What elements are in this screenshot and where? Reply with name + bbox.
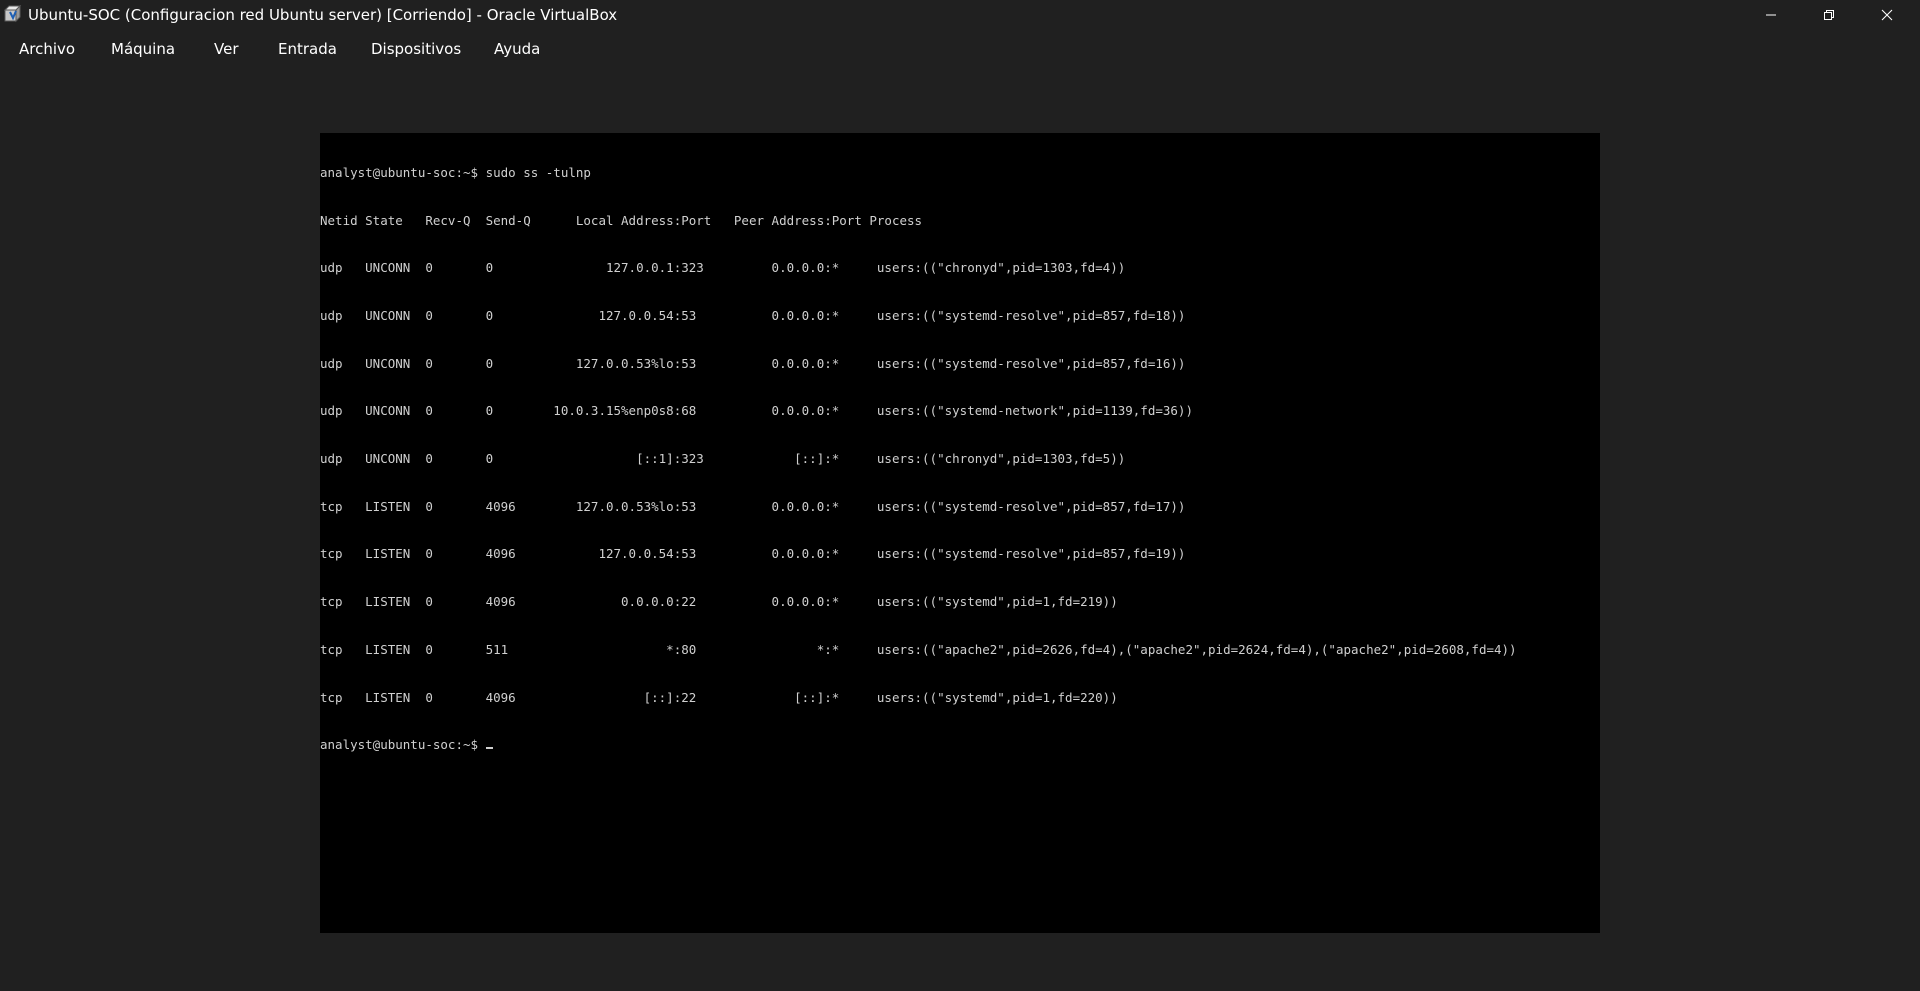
menu-ayuda[interactable]: Ayuda [494,39,540,59]
terminal-line: udp UNCONN 0 0 127.0.0.1:323 0.0.0.0:* u… [320,260,1126,276]
menu-dispositivos[interactable]: Dispositivos [371,39,461,59]
terminal-line: tcp LISTEN 0 511 *:80 *:* users:(("apach… [320,641,1517,657]
terminal-prompt: analyst@ubuntu-soc:~$ [320,737,486,753]
restore-button[interactable] [1800,0,1858,30]
terminal-line: tcp LISTEN 0 4096 127.0.0.53%lo:53 0.0.0… [320,498,1186,514]
menu-bar: Archivo Máquina Ver Entrada Dispositivos… [0,30,1920,68]
terminal-output: analyst@ubuntu-soc:~$ sudo ss -tulnp Net… [320,133,1517,785]
close-icon [1881,9,1893,21]
terminal-line-header: Netid State Recv-Q Send-Q Local Address:… [320,212,923,228]
terminal-line: udp UNCONN 0 0 [::1]:323 [::]:* users:((… [320,451,1126,467]
terminal-line-command: analyst@ubuntu-soc:~$ sudo ss -tulnp [320,164,591,180]
title-bar[interactable]: Ubuntu-SOC (Configuracion red Ubuntu ser… [0,0,1920,30]
menu-archivo[interactable]: Archivo [19,39,75,59]
terminal-line: tcp LISTEN 0 4096 0.0.0.0:22 0.0.0.0:* u… [320,594,1118,610]
minimize-icon [1766,14,1776,16]
terminal-prompt-line[interactable]: analyst@ubuntu-soc:~$ [320,737,1517,753]
minimize-button[interactable] [1742,0,1800,30]
menu-maquina[interactable]: Máquina [111,39,175,59]
menu-ver[interactable]: Ver [214,39,239,59]
restore-icon [1824,10,1834,20]
terminal-line: udp UNCONN 0 0 127.0.0.53%lo:53 0.0.0.0:… [320,355,1186,371]
vm-display[interactable]: analyst@ubuntu-soc:~$ sudo ss -tulnp Net… [320,133,1600,933]
terminal-line: tcp LISTEN 0 4096 127.0.0.54:53 0.0.0.0:… [320,546,1186,562]
window-title: Ubuntu-SOC (Configuracion red Ubuntu ser… [28,6,618,24]
close-button[interactable] [1858,0,1916,30]
terminal-line: tcp LISTEN 0 4096 [::]:22 [::]:* users:(… [320,689,1118,705]
menu-entrada[interactable]: Entrada [278,39,337,59]
virtualbox-icon [4,5,22,23]
text-cursor [485,747,493,750]
terminal-line: udp UNCONN 0 0 10.0.3.15%enp0s8:68 0.0.0… [320,403,1193,419]
terminal-line: udp UNCONN 0 0 127.0.0.54:53 0.0.0.0:* u… [320,307,1186,323]
